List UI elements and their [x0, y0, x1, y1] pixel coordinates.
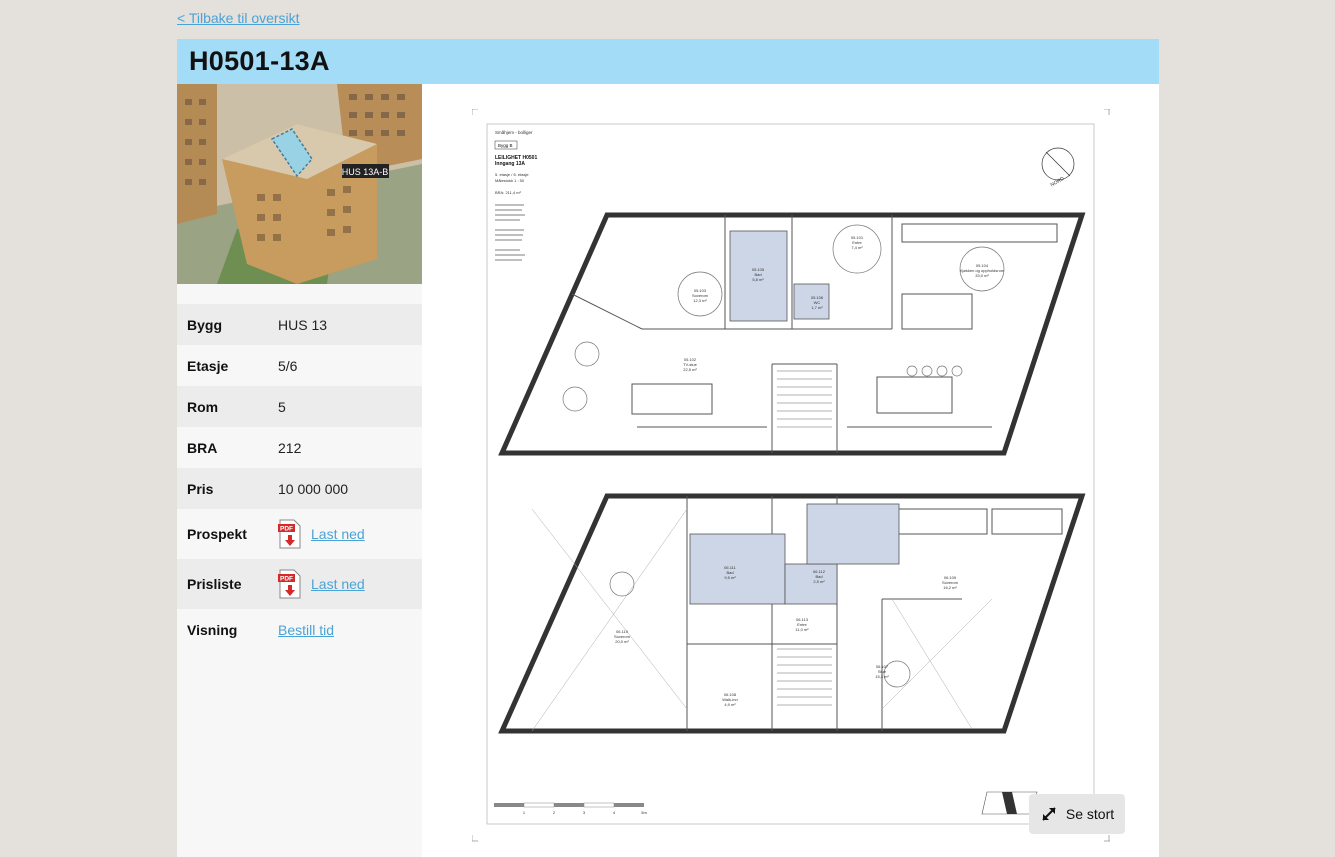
detail-value: 5 [278, 398, 286, 415]
detail-label: Prisliste [187, 576, 242, 592]
unit-header: H0501-13A [177, 39, 1159, 84]
room-area: 20,0 m² [615, 639, 629, 644]
unit-title: H0501-13A [189, 46, 330, 76]
plan-bra: BRA: 211,4 m² [495, 190, 522, 195]
room-area: 33,0 m² [975, 273, 989, 278]
detail-row-prospekt: Prospekt PDF Last ned [177, 509, 422, 559]
detail-row-rom: Rom 5 [177, 386, 422, 427]
scale-tick: 5m [641, 810, 647, 815]
detail-row-prisliste: Prisliste PDF Last ned [177, 559, 422, 609]
building-thumbnail[interactable]: HUS 13A-B [177, 84, 422, 284]
upper-floor-plan: 05.103 Soverom 12,3 m² 05.105 Bad 5,8 m²… [498, 212, 1086, 456]
detail-row-bygg: Bygg HUS 13 [177, 304, 422, 345]
room-area: 2,5 m² [813, 579, 825, 584]
plan-bygg-tag: Bygg B [498, 143, 513, 148]
expand-icon [1042, 807, 1056, 821]
room-area: 22,5 m² [683, 367, 697, 372]
plan-scale: Målestokk 1 : 50 [495, 178, 525, 183]
detail-row-etasje: Etasje 5/6 [177, 345, 422, 386]
plan-header-small: Småhjem - bolliger [495, 129, 533, 135]
room-area: 15,3 m² [875, 674, 889, 679]
plan-floors: 5. etasje / 6. etasje [495, 172, 529, 177]
floorplan-image[interactable]: Småhjem - bolliger Bygg B LEILIGHET H050… [471, 108, 1110, 842]
detail-label: BRA [187, 439, 218, 456]
svg-text:PDF: PDF [280, 526, 293, 533]
detail-value: 10 000 000 [278, 480, 349, 497]
detail-row-pris: Pris 10 000 000 [177, 468, 422, 509]
building-tag: HUS 13A-B [342, 167, 389, 177]
detail-value: HUS 13 [278, 316, 328, 333]
unit-sidebar: HUS 13A-B Bygg HUS 13 Etasje 5/6 Rom 5 B… [177, 84, 422, 857]
svg-text:PDF: PDF [280, 576, 293, 583]
enlarge-label: Se stort [1065, 806, 1115, 822]
detail-label: Bygg [187, 316, 222, 333]
pdf-icon[interactable]: PDF [278, 519, 302, 549]
detail-label: Rom [187, 398, 219, 415]
lower-floor-plan: 06.111 Bad 9,5 m² 06.112 Bad 2,5 m² 06.1… [498, 493, 1086, 734]
detail-row-bra: BRA 212 [177, 427, 422, 468]
detail-label: Etasje [187, 357, 229, 374]
detail-value: 212 [278, 439, 302, 456]
room-area: 1,7 m² [811, 305, 823, 310]
room-area: 4,9 m² [724, 702, 736, 707]
room-area: 16,2 m² [943, 585, 957, 590]
room-area: 9,5 m² [724, 575, 736, 580]
unit-card: H0501-13A HUS 13A-B Bygg HUS 13 Etasje 5… [177, 39, 1159, 857]
room-area: 12,3 m² [693, 298, 707, 303]
room-area: 7,4 m² [851, 245, 863, 250]
detail-row-visning: Visning Bestill tid [177, 609, 422, 650]
detail-label: Prospekt [187, 526, 247, 542]
book-viewing-link[interactable]: Bestill tid [278, 622, 334, 638]
pdf-icon[interactable]: PDF [278, 569, 302, 599]
plan-entrance: Inngang 13A [495, 161, 525, 167]
room-area: 11,0 m² [795, 627, 809, 632]
detail-label: Visning [187, 621, 238, 638]
prospekt-download-link[interactable]: Last ned [311, 526, 365, 542]
enlarge-button[interactable]: Se stort [1029, 794, 1125, 834]
unit-details-table: Bygg HUS 13 Etasje 5/6 Rom 5 BRA 212 Pri… [177, 304, 422, 650]
detail-label: Pris [187, 480, 214, 497]
detail-value: 5/6 [278, 357, 298, 374]
room-area: 5,8 m² [752, 277, 764, 282]
back-to-overview-link[interactable]: < Tilbake til oversikt [177, 10, 300, 26]
prisliste-download-link[interactable]: Last ned [311, 576, 365, 592]
